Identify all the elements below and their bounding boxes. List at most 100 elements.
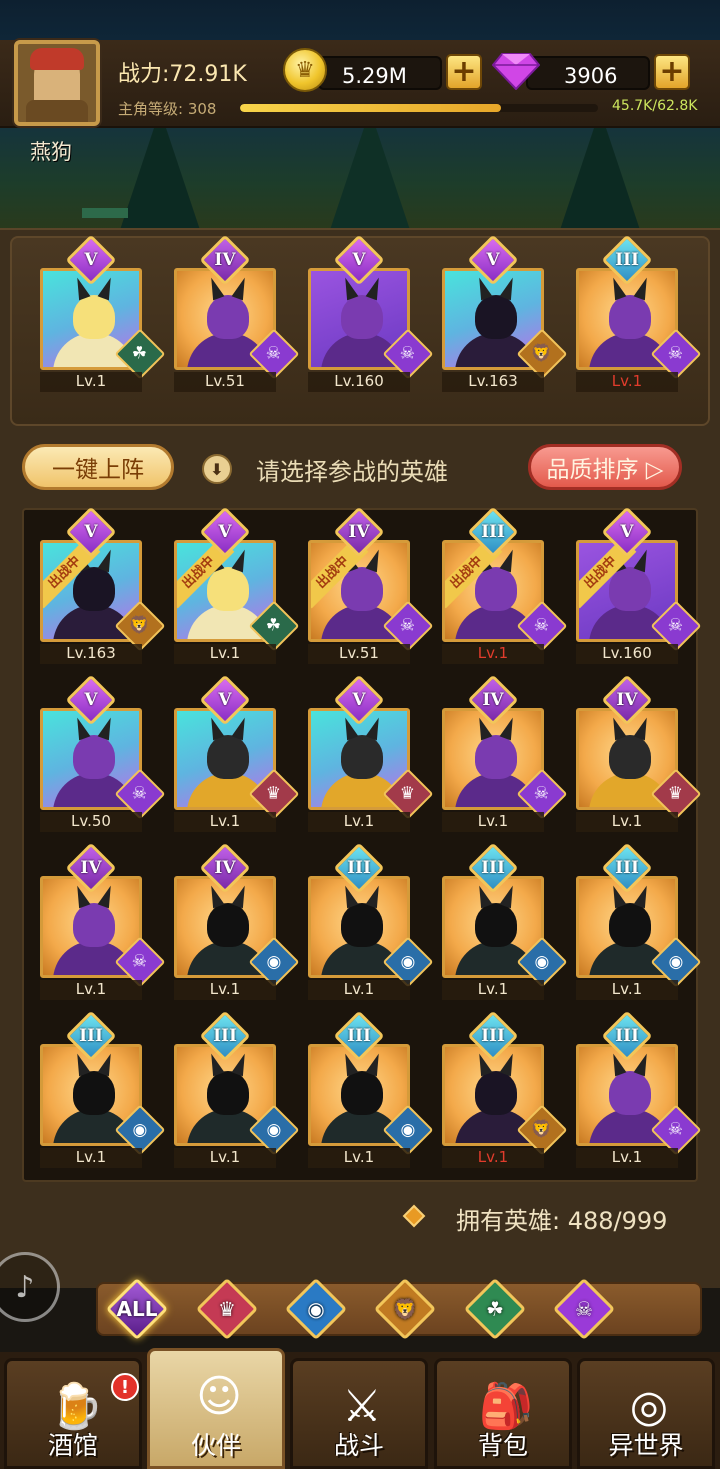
xp-text: 45.7K/62.8K bbox=[612, 98, 698, 114]
filter-label: ☘ bbox=[486, 1297, 504, 1321]
hero-level: Lv.1 bbox=[308, 1148, 410, 1168]
rank-badge: III bbox=[199, 1010, 251, 1062]
faction-glyph: ☠ bbox=[668, 343, 684, 364]
faction-glyph: ◉ bbox=[668, 951, 684, 972]
xp-bar-fill bbox=[240, 104, 502, 112]
faction-glyph: ♛ bbox=[266, 783, 282, 804]
faction-glyph: ☠ bbox=[534, 783, 550, 804]
rank-badge: IV bbox=[467, 674, 519, 726]
add-gold-button[interactable]: + bbox=[446, 54, 482, 90]
faction-glyph: ♛ bbox=[668, 783, 684, 804]
hero-head bbox=[475, 295, 517, 339]
faction-glyph: ◉ bbox=[132, 1119, 148, 1140]
nav-tab-otherworld[interactable]: ◎ 异世界 bbox=[577, 1358, 715, 1469]
faction-glyph: ☠ bbox=[266, 343, 282, 364]
diamond-icon bbox=[402, 1204, 426, 1228]
rank-badge: III bbox=[467, 506, 519, 558]
hero-head bbox=[207, 295, 249, 339]
tree-silhouette bbox=[330, 110, 410, 230]
rank-numeral: V bbox=[84, 690, 98, 710]
hero-level: Lv.1 bbox=[40, 980, 142, 1000]
rank-badge: V bbox=[601, 506, 653, 558]
rank-badge: V bbox=[467, 234, 519, 286]
faction-glyph: ◉ bbox=[400, 951, 416, 972]
hero-head bbox=[609, 903, 651, 947]
hero-head bbox=[207, 735, 249, 779]
faction-glyph: ♛ bbox=[400, 783, 416, 804]
hero-level: Lv.50 bbox=[40, 812, 142, 832]
rank-numeral: IV bbox=[214, 250, 236, 270]
hero-head bbox=[207, 903, 249, 947]
rank-badge: V bbox=[199, 506, 251, 558]
faction-glyph: ◉ bbox=[400, 1119, 416, 1140]
hero-level: Lv.1 bbox=[442, 980, 544, 1000]
nav-tab-partners[interactable]: ☺ 伙伴 bbox=[147, 1348, 285, 1469]
filter-all-button[interactable]: ALL bbox=[105, 1277, 169, 1341]
gold-amount: 5.29M bbox=[342, 64, 407, 88]
nav-label: 伙伴 bbox=[190, 1431, 241, 1460]
filter-beast-button[interactable]: 🦁 bbox=[373, 1277, 437, 1341]
hero-level: Lv.1 bbox=[308, 980, 410, 1000]
rank-badge: V bbox=[199, 674, 251, 726]
rank-numeral: III bbox=[615, 250, 639, 270]
xp-bar bbox=[240, 104, 598, 112]
rank-numeral: IV bbox=[348, 522, 370, 542]
hero-level: Lv.163 bbox=[40, 644, 142, 664]
rank-numeral: III bbox=[79, 1026, 103, 1046]
rank-badge: V bbox=[65, 674, 117, 726]
hero-level: Lv.1 bbox=[174, 980, 276, 1000]
faction-glyph: ☠ bbox=[132, 951, 148, 972]
hero-level: Lv.160 bbox=[576, 644, 678, 664]
hero-level: Lv.1 bbox=[174, 812, 276, 832]
player-avatar[interactable] bbox=[14, 40, 100, 126]
rank-numeral: V bbox=[218, 690, 232, 710]
hero-head bbox=[341, 1071, 383, 1115]
power-value: 战力:72.91K bbox=[118, 62, 247, 87]
hero-level: Lv.51 bbox=[308, 644, 410, 664]
rank-numeral: IV bbox=[214, 858, 236, 878]
nav-tab-tavern[interactable]: 🍺 酒馆! bbox=[4, 1358, 142, 1469]
rank-numeral: V bbox=[352, 690, 366, 710]
filter-label: ☠ bbox=[575, 1297, 593, 1321]
rank-numeral: V bbox=[352, 250, 366, 270]
gold-pill: 5.29M bbox=[318, 56, 442, 90]
rank-badge: IV bbox=[199, 842, 251, 894]
hero-head bbox=[341, 735, 383, 779]
faction-glyph: ☠ bbox=[400, 343, 416, 364]
rank-badge: V bbox=[65, 506, 117, 558]
hero-level: Lv.1 bbox=[576, 1148, 678, 1168]
nav-tab-battle[interactable]: ⚔ 战斗 bbox=[290, 1358, 428, 1469]
filter-demon-button[interactable]: ☠ bbox=[552, 1277, 616, 1341]
select-hero-hint: 请选择参战的英雄 bbox=[256, 458, 448, 486]
hero-head bbox=[207, 567, 249, 611]
rank-badge: IV bbox=[199, 234, 251, 286]
faction-glyph: ☘ bbox=[266, 615, 282, 636]
hero-level: Lv.163 bbox=[442, 372, 544, 392]
hero-level: Lv.1 bbox=[442, 1148, 544, 1168]
rank-numeral: III bbox=[481, 1026, 505, 1046]
rank-badge: IV bbox=[601, 674, 653, 726]
quality-sort-button[interactable]: 品质排序 ▷ bbox=[528, 444, 682, 490]
filter-label: ♛ bbox=[218, 1297, 236, 1321]
rank-badge: III bbox=[333, 1010, 385, 1062]
one-click-deploy-button[interactable]: 一键上阵 bbox=[22, 444, 174, 490]
mini-health-bar bbox=[82, 208, 128, 218]
tree-silhouette bbox=[560, 110, 640, 230]
hero-level: Lv.51 bbox=[174, 372, 276, 392]
filter-label: 🦁 bbox=[392, 1297, 418, 1321]
owned-heroes: 拥有英雄: 488/999 bbox=[400, 1198, 710, 1235]
filter-elf-button[interactable]: ☘ bbox=[463, 1277, 527, 1341]
rank-numeral: III bbox=[481, 858, 505, 878]
hero-head bbox=[609, 1071, 651, 1115]
filter-ocean-button[interactable]: ◉ bbox=[284, 1277, 348, 1341]
nav-tab-bag[interactable]: 🎒 背包 bbox=[434, 1358, 572, 1469]
add-gems-button[interactable]: + bbox=[654, 54, 690, 90]
rank-badge: V bbox=[65, 234, 117, 286]
faction-glyph: 🦁 bbox=[129, 615, 151, 636]
filter-order-button[interactable]: ♛ bbox=[195, 1277, 259, 1341]
avatar-coat bbox=[26, 100, 88, 122]
rank-badge: V bbox=[333, 674, 385, 726]
hero-level: Lv.1 bbox=[442, 812, 544, 832]
crown-coin-icon: ♛ bbox=[283, 48, 327, 92]
hero-level: Lv.1 bbox=[576, 980, 678, 1000]
